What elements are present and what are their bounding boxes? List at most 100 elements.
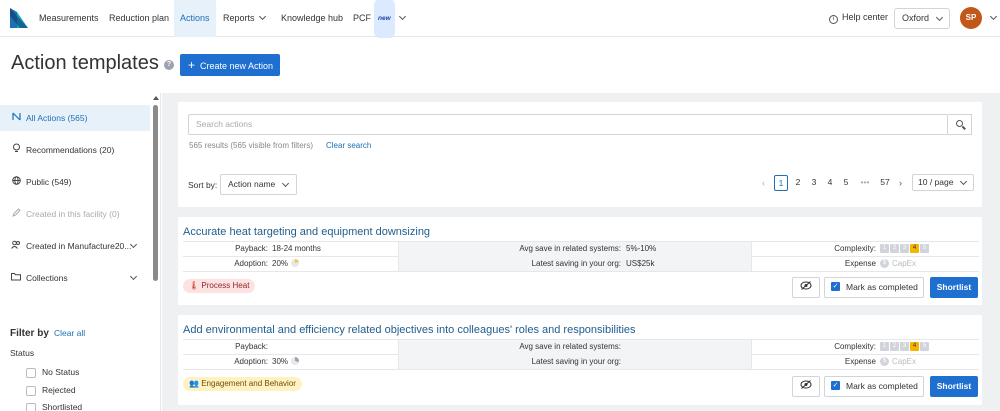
pagination-ellipsis[interactable]: ••• [856,175,874,191]
nav-measurements[interactable]: Measurements [39,0,99,37]
pagination-page-1[interactable]: 1 [774,175,788,191]
result-count: 565 results (565 visible from filters) [189,141,314,150]
complexity-level-2: 2 [890,342,899,352]
expense-text: CapEx [892,259,917,268]
mark-completed-checkbox[interactable]: ✓ Mark as completed [824,376,924,397]
sidebar-item-all-actions[interactable]: All Actions (565) [0,105,150,131]
avg-save-label: Avg save in related systems: [519,342,621,351]
help-center-label: Help center [842,12,889,22]
create-action-button[interactable]: + Create new Action [180,54,280,76]
logo-mark-icon [11,105,21,131]
latest-saving-label: Latest saving in your org: [531,259,621,268]
pagination-page-last[interactable]: 57 [877,175,893,191]
status-checkbox-no-status[interactable]: No Status [26,367,79,378]
tag-label: Process Heat [201,281,250,290]
search-input[interactable]: Search actions [188,114,948,135]
status-checkbox-shortlisted[interactable]: Shortlisted [26,402,82,411]
pagination-page-2[interactable]: 2 [791,175,805,191]
complexity-level-2: 2 [890,244,899,254]
dollar-icon: $ [880,259,889,269]
shortlist-button[interactable]: Shortlist [930,376,978,397]
adoption-percent: 30% [272,357,289,366]
nav-reports[interactable]: Reports [223,0,266,37]
sidebar-item-recommendations[interactable]: Recommendations (20) [0,137,150,163]
sidebar-item-created-facility[interactable]: Created in this facility (0) [0,201,150,227]
thermometer-icon: 🌡 [189,281,200,290]
pagination-page-4[interactable]: 4 [823,175,837,191]
status-checkbox-rejected[interactable]: Rejected [26,385,76,396]
facility-select[interactable]: Oxford [894,8,950,29]
chevron-down-icon [281,179,290,188]
nav-reports-label: Reports [223,13,255,23]
pagination-page-3[interactable]: 3 [807,175,821,191]
eye-slash-icon [800,380,812,391]
sort-select[interactable]: Action name [220,174,297,195]
complexity-level-3: 3 [900,244,909,254]
mark-completed-checkbox[interactable]: ✓ Mark as completed [824,277,924,298]
hide-action-button[interactable] [792,376,820,397]
chevron-down-icon [258,12,266,21]
pagination-next-icon[interactable]: › [899,178,902,188]
clear-search-link[interactable]: Clear search [326,141,371,150]
complexity-level-4: 4 [910,342,919,352]
hide-action-button[interactable] [792,277,820,298]
category-tag[interactable]: 👥 Engagement and Behavior [183,377,302,391]
sidebar-item-label: Recommendations (20) [26,145,115,155]
nav-reduction-plan[interactable]: Reduction plan [109,0,169,37]
adoption-label: Adoption: [234,259,268,268]
chevron-down-icon[interactable] [989,12,998,21]
search-button[interactable] [948,114,972,135]
adoption-pie-icon [291,258,300,267]
sidebar-item-collections[interactable]: Collections [0,265,150,291]
payback-value: 18-24 months [272,244,321,253]
sidebar-item-created-org[interactable]: Created in Manufacture20... [0,233,150,259]
folder-icon [11,265,21,291]
tag-label: Engagement and Behavior [201,379,296,388]
user-avatar[interactable]: SP [960,7,982,29]
nav-knowledge-hub[interactable]: Knowledge hub [281,0,343,37]
checkbox-label: Shortlisted [42,402,83,411]
page-title: Action templates [11,52,159,74]
category-tag[interactable]: 🌡 Process Heat [183,279,256,293]
expense-label: Expense [844,259,876,268]
action-title[interactable]: Accurate heat targeting and equipment do… [183,226,430,238]
checkbox-icon: ✓ [831,381,840,391]
sidebar-item-public[interactable]: Public (549) [0,169,150,195]
chevron-down-icon [935,13,944,22]
adoption-percent: 20% [272,259,289,268]
pencil-icon [11,201,21,227]
latest-saving-value: US$25k [626,259,655,268]
eye-slash-icon [800,281,812,292]
complexity-scale: 12345 [880,241,930,256]
action-card: Accurate heat targeting and equipment do… [178,217,982,305]
complexity-level-1: 1 [880,342,889,352]
help-center-link[interactable]: i Help center [829,12,888,24]
help-icon[interactable]: ? [164,60,174,70]
pagination-prev-icon[interactable]: ‹ [762,178,765,188]
brand-logo[interactable] [10,8,28,28]
users-icon [11,233,21,259]
sidebar-item-label: Created in this facility (0) [26,209,120,219]
avg-save-value: 5%-10% [626,244,657,253]
payback-label: Payback: [235,244,268,253]
status-label: Status [10,348,35,358]
checkbox[interactable] [26,402,36,411]
checkbox[interactable] [26,385,36,396]
scrollbar-thumb[interactable] [153,105,158,281]
clear-all-link[interactable]: Clear all [54,328,85,338]
page-size-select[interactable]: 10 / page [912,174,974,191]
sidebar: All Actions (565) Recommendations (20) P… [0,93,161,411]
action-title[interactable]: Add environmental and efficiency related… [183,324,636,336]
action-metrics: Payback: 18-24 months Adoption: 20% Avg … [183,241,979,272]
complexity-level-3: 3 [900,342,909,352]
adoption-label: Adoption: [234,357,268,366]
shortlist-button[interactable]: Shortlist [930,277,978,298]
top-nav: Measurements Reduction plan Actions Repo… [0,0,1000,38]
nav-actions[interactable]: Actions [174,0,216,37]
mark-completed-label: Mark as completed [846,381,918,391]
chevron-down-icon [129,272,138,281]
scroll-up-arrow-icon[interactable] [153,96,159,100]
pagination-page-5[interactable]: 5 [839,175,853,191]
nav-pcf[interactable]: PCF new [353,0,406,38]
checkbox[interactable] [26,367,36,378]
